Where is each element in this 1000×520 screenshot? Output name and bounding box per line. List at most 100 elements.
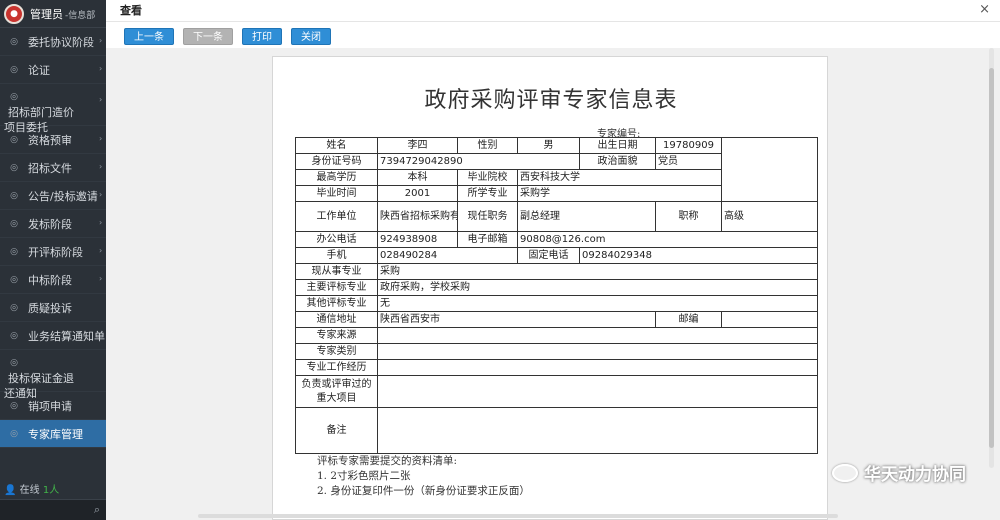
sidebar: ● 管理员 -信息部 ◎ 委托协议阶段 › ◎ 论证 › ◎ 招标部门造价 项目委托 › ◎ 资格预审 ›… bbox=[0, 0, 106, 520]
label-category: 专家类别 bbox=[295, 343, 378, 360]
horizontal-scrollbar[interactable] bbox=[198, 514, 838, 518]
sidebar-item[interactable]: ◎ 招标部门造价 项目委托 › bbox=[0, 84, 106, 134]
value-office-phone: 924938908 bbox=[377, 231, 458, 248]
menu-bullet-icon: ◎ bbox=[10, 218, 18, 229]
sidebar-item[interactable]: ◎ 委托协议阶段 › bbox=[0, 28, 106, 56]
prev-button[interactable]: 上一条 bbox=[124, 28, 174, 45]
value-gender: 男 bbox=[517, 137, 580, 154]
sidebar-menu: ◎ 委托协议阶段 › ◎ 论证 › ◎ 招标部门造价 项目委托 › ◎ 资格预审 › ◎ 招标文件 › ◎ 公告/… bbox=[0, 28, 106, 448]
label-postcode: 邮编 bbox=[655, 311, 722, 328]
sidebar-item[interactable]: ◎ 质疑投诉 bbox=[0, 294, 106, 322]
label-other-major: 其他评标专业 bbox=[295, 295, 378, 312]
sidebar-item[interactable]: ◎ 投标保证金退 还通知 bbox=[0, 350, 106, 400]
sidebar-item[interactable]: ◎ 公告/投标邀请 › bbox=[0, 182, 106, 210]
menu-bullet-icon: ◎ bbox=[10, 36, 18, 47]
menu-bullet-icon: ◎ bbox=[10, 358, 18, 368]
sidebar-item-label: 开评标阶段 bbox=[28, 245, 83, 259]
sidebar-item[interactable]: ◎ 业务结算通知单 bbox=[0, 322, 106, 350]
label-main-major: 主要评标专业 bbox=[295, 279, 378, 296]
chevron-right-icon: › bbox=[99, 36, 103, 45]
user-name: 管理员 -信息部 bbox=[30, 7, 96, 21]
print-button[interactable]: 打印 bbox=[242, 28, 282, 45]
dialog-toolbar: 上一条 下一条 打印 关闭 bbox=[124, 28, 340, 45]
label-position: 现任职务 bbox=[457, 201, 518, 232]
label-name: 姓名 bbox=[295, 137, 378, 154]
materials-list: 评标专家需要提交的资料清单: 1. 2寸彩色照片二张 2. 身份证复印件一份（新身份… bbox=[317, 454, 530, 499]
document-page: 政府采购评审专家信息表 专家编号: 姓名 李四 性别 男 出生日期 197809… bbox=[272, 56, 828, 520]
sidebar-item[interactable]: ◎ 发标阶段 › bbox=[0, 210, 106, 238]
label-landline: 固定电话 bbox=[517, 247, 580, 264]
label-mobile: 手机 bbox=[295, 247, 378, 264]
sidebar-item-label: 招标部门造价 bbox=[8, 106, 74, 119]
value-main-major: 政府采购，学校采购 bbox=[377, 279, 818, 296]
label-address: 通信地址 bbox=[295, 311, 378, 328]
wechat-icon bbox=[832, 463, 858, 482]
document-title: 政府采购评审专家信息表 bbox=[424, 88, 678, 113]
menu-bullet-icon: ◎ bbox=[10, 190, 18, 201]
menu-bullet-icon: ◎ bbox=[10, 246, 18, 257]
sidebar-item-label: 招标文件 bbox=[28, 161, 72, 175]
chevron-right-icon: › bbox=[99, 162, 103, 171]
sidebar-item[interactable]: ◎ 开评标阶段 › bbox=[0, 238, 106, 266]
online-status: 👤 在线 1人 bbox=[4, 485, 60, 496]
label-experience: 专业工作经历 bbox=[295, 359, 378, 376]
value-school: 西安科技大学 bbox=[517, 169, 722, 186]
value-id: 7394729042890 bbox=[377, 153, 580, 170]
close-icon[interactable]: × bbox=[979, 2, 990, 17]
sidebar-item[interactable]: ◎ 论证 › bbox=[0, 56, 106, 84]
close-button[interactable]: 关闭 bbox=[291, 28, 331, 45]
value-address: 陕西省西安市 bbox=[377, 311, 656, 328]
value-education: 本科 bbox=[377, 169, 458, 186]
menu-bullet-icon: ◎ bbox=[10, 274, 18, 285]
sidebar-item-label: 专家库管理 bbox=[28, 427, 83, 441]
label-education: 最高学历 bbox=[295, 169, 378, 186]
label-office-phone: 办公电话 bbox=[295, 231, 378, 248]
sidebar-item-label: 发标阶段 bbox=[28, 217, 72, 231]
value-politics: 党员 bbox=[655, 153, 722, 170]
sidebar-item-label: 中标阶段 bbox=[28, 273, 72, 287]
sidebar-item[interactable]: ◎ 销项申请 bbox=[0, 392, 106, 420]
next-button[interactable]: 下一条 bbox=[183, 28, 233, 45]
value-category bbox=[377, 343, 818, 360]
avatar: ● bbox=[4, 3, 24, 24]
value-name: 李四 bbox=[377, 137, 458, 154]
chevron-right-icon: › bbox=[99, 274, 103, 283]
label-source: 专家来源 bbox=[295, 327, 378, 344]
menu-bullet-icon: ◎ bbox=[10, 64, 18, 75]
label-projects: 负责或评审过的 重大项目 bbox=[295, 375, 378, 408]
scrollbar-thumb[interactable] bbox=[989, 68, 994, 448]
sidebar-item-label: 论证 bbox=[28, 63, 50, 77]
value-projects bbox=[377, 375, 818, 408]
value-major: 采购学 bbox=[517, 185, 722, 202]
chevron-right-icon: › bbox=[99, 64, 103, 73]
search-icon[interactable]: ⌕ bbox=[94, 503, 100, 517]
label-school: 毕业院校 bbox=[457, 169, 518, 186]
user-icon: 👤 bbox=[4, 485, 17, 496]
value-title: 高级 bbox=[721, 201, 818, 232]
menu-bullet-icon: ◎ bbox=[10, 134, 18, 145]
sidebar-item[interactable]: ◎ 招标文件 › bbox=[0, 154, 106, 182]
label-gender: 性别 bbox=[457, 137, 518, 154]
value-postcode bbox=[721, 311, 818, 328]
value-remarks bbox=[377, 407, 818, 454]
sidebar-item[interactable]: ◎ 专家库管理 bbox=[0, 420, 106, 448]
expert-info-table: 姓名 李四 性别 男 出生日期 19780909 身份证号码 739472904… bbox=[295, 137, 818, 454]
label-remarks: 备注 bbox=[295, 407, 378, 454]
chevron-right-icon: › bbox=[99, 246, 103, 255]
sidebar-item-label: 销项申请 bbox=[28, 399, 72, 413]
value-birth: 19780909 bbox=[655, 137, 722, 154]
sidebar-item[interactable]: ◎ 资格预审 › bbox=[0, 126, 106, 154]
watermark: 华天动力协同 bbox=[832, 460, 966, 485]
label-email: 电子邮箱 bbox=[457, 231, 518, 248]
vertical-scrollbar[interactable] bbox=[989, 48, 994, 468]
value-employer: 陕西省招标采购有限责任公司 bbox=[377, 201, 458, 232]
chevron-right-icon: › bbox=[99, 190, 103, 199]
sidebar-item[interactable]: ◎ 中标阶段 › bbox=[0, 266, 106, 294]
materials-list-item: 2. 身份证复印件一份（新身份证要求正反面） bbox=[317, 485, 530, 497]
menu-bullet-icon: ◎ bbox=[10, 400, 18, 411]
menu-bullet-icon: ◎ bbox=[10, 162, 18, 173]
label-politics: 政治面貌 bbox=[579, 153, 656, 170]
sidebar-search[interactable]: ⌕ bbox=[0, 499, 106, 520]
chevron-right-icon: › bbox=[99, 134, 103, 143]
value-experience bbox=[377, 359, 818, 376]
